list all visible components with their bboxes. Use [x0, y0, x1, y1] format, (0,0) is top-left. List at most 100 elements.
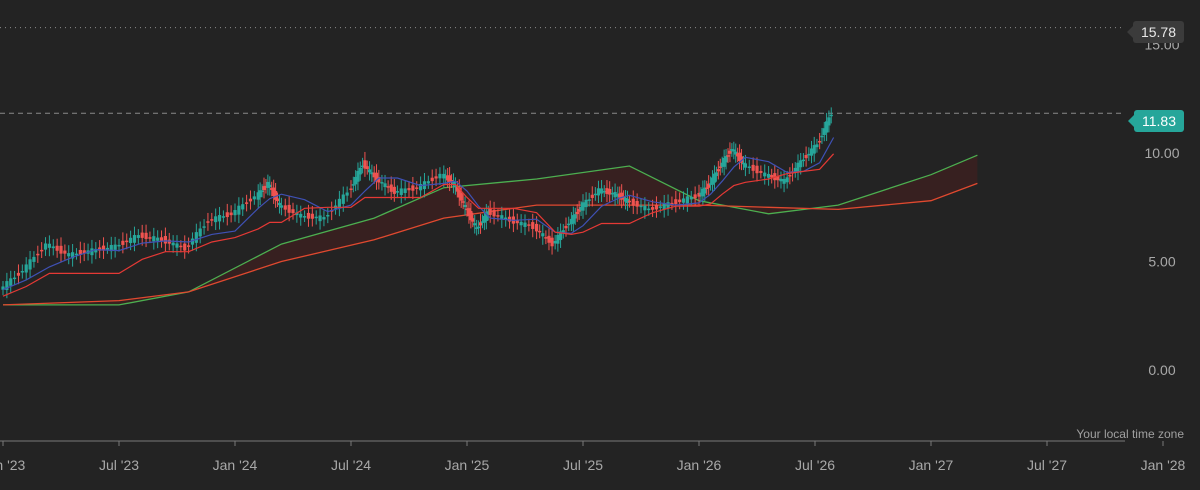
timezone-note[interactable]: Your local time zone	[1076, 427, 1184, 441]
candle-body-142	[473, 223, 477, 226]
candle-body-199	[631, 198, 635, 206]
candle-body-39	[152, 236, 156, 242]
candle-body-83	[299, 213, 303, 218]
candle-body-72	[268, 184, 272, 188]
candle-body-17	[67, 253, 71, 257]
candle-body-118	[411, 185, 415, 191]
candle-body-110	[383, 183, 387, 188]
y-tick-label-2: 10.00	[1144, 145, 1179, 161]
candle-body-141	[471, 218, 475, 222]
x-tick-label-2: Jan '24	[213, 457, 258, 473]
candle-body-208	[666, 202, 670, 209]
candle-body-42	[163, 236, 167, 244]
candle-body-180	[581, 202, 585, 211]
candle-body-230	[724, 156, 728, 163]
candle-body-78	[279, 205, 283, 208]
candle-body-80	[287, 204, 291, 213]
candle-body-155	[507, 216, 512, 222]
x-tick-label-5: Jul '25	[563, 457, 603, 473]
candle-body-8	[32, 256, 36, 262]
candle-body-32	[125, 240, 129, 243]
candle-body-2	[9, 278, 13, 286]
candle-body-213	[685, 196, 689, 204]
candle-body-33	[129, 237, 133, 244]
candle-body-61	[237, 205, 241, 215]
candle-body-215	[693, 194, 697, 199]
candle-body-76	[275, 198, 280, 202]
high-price-tag: 15.78	[1126, 21, 1184, 43]
candle-body-115	[399, 188, 403, 195]
candle-body-114	[395, 191, 399, 193]
candle-body-247	[770, 174, 774, 178]
candle-body-245	[763, 172, 767, 177]
candle-body-7	[28, 259, 32, 270]
candle-body-109	[380, 182, 384, 184]
candle-body-103	[365, 166, 369, 170]
candle-body-268	[827, 117, 831, 126]
candle-body-240	[743, 163, 747, 168]
x-tick-label-0: Jan '23	[0, 457, 26, 473]
candle-body-136	[461, 201, 465, 203]
candle-body-56	[217, 215, 222, 222]
candle-body-176	[573, 214, 577, 219]
candle-body-152	[496, 215, 500, 217]
candle-body-5	[20, 270, 24, 273]
candle-body-122	[426, 181, 430, 184]
candle-body-151	[492, 209, 496, 217]
candle-body-104	[367, 169, 372, 173]
candle-body-62	[241, 204, 245, 210]
candle-body-125	[438, 173, 442, 179]
x-tick-label-4: Jan '25	[445, 457, 490, 473]
candle-body-116	[403, 188, 407, 194]
candle-body-243	[755, 165, 759, 174]
candle-body-84	[303, 216, 307, 218]
candle-body-51	[198, 228, 202, 237]
candle-body-112	[389, 184, 393, 192]
candle-body-95	[345, 192, 349, 196]
x-tick-label-10: Jan '28	[1141, 457, 1186, 473]
candle-body-52	[202, 226, 206, 228]
candle-body-211	[678, 199, 682, 203]
x-tick-label-6: Jan '26	[677, 457, 722, 473]
candle-body-48	[187, 245, 191, 247]
candle-body-258	[801, 159, 805, 162]
candle-body-144	[477, 226, 481, 229]
candle-body-161	[531, 222, 535, 229]
candle-body-113	[392, 186, 396, 194]
y-tick-label-1: 5.00	[1148, 254, 1175, 270]
candle-body-111	[386, 186, 390, 188]
candle-body-203	[647, 208, 651, 211]
x-tick-label-1: Jul '23	[99, 457, 139, 473]
candle-body-16	[63, 250, 67, 254]
candle-body-117	[407, 188, 411, 191]
candle-body-13	[51, 246, 55, 249]
cloud-upper-line	[3, 154, 978, 306]
candle-body-257	[799, 160, 803, 168]
candle-body-252	[785, 177, 789, 183]
candle-body-198	[627, 200, 631, 203]
candle-body-242	[751, 164, 755, 171]
candle-body-40	[156, 237, 160, 241]
candle-body-202	[643, 205, 647, 211]
price-chart[interactable]: Jan '23 Jul '23 Jan '24 Jul '24 Jan '25 Jul '…	[0, 0, 1200, 490]
candle-body-166	[547, 235, 551, 243]
candle-body-137	[463, 204, 467, 208]
x-tick-label-7: Jul '26	[795, 457, 835, 473]
candle-body-37	[144, 232, 148, 239]
candle-body-6	[24, 264, 28, 273]
candle-body-269	[829, 114, 833, 117]
candle-body-10	[40, 249, 44, 252]
candle-body-86	[310, 213, 314, 219]
candle-body-79	[283, 205, 287, 210]
candle-body-181	[584, 199, 588, 208]
candle-body-57	[221, 216, 225, 218]
candle-body-31	[121, 240, 125, 245]
candle-body-15	[59, 245, 63, 254]
candle-body-97	[351, 184, 355, 186]
candle-body-212	[681, 198, 686, 203]
candle-body-231	[726, 155, 730, 157]
candle-body-77	[277, 202, 282, 206]
candle-body-172	[564, 225, 568, 229]
candle-body-85	[306, 212, 311, 219]
candle-body-225	[714, 172, 718, 177]
